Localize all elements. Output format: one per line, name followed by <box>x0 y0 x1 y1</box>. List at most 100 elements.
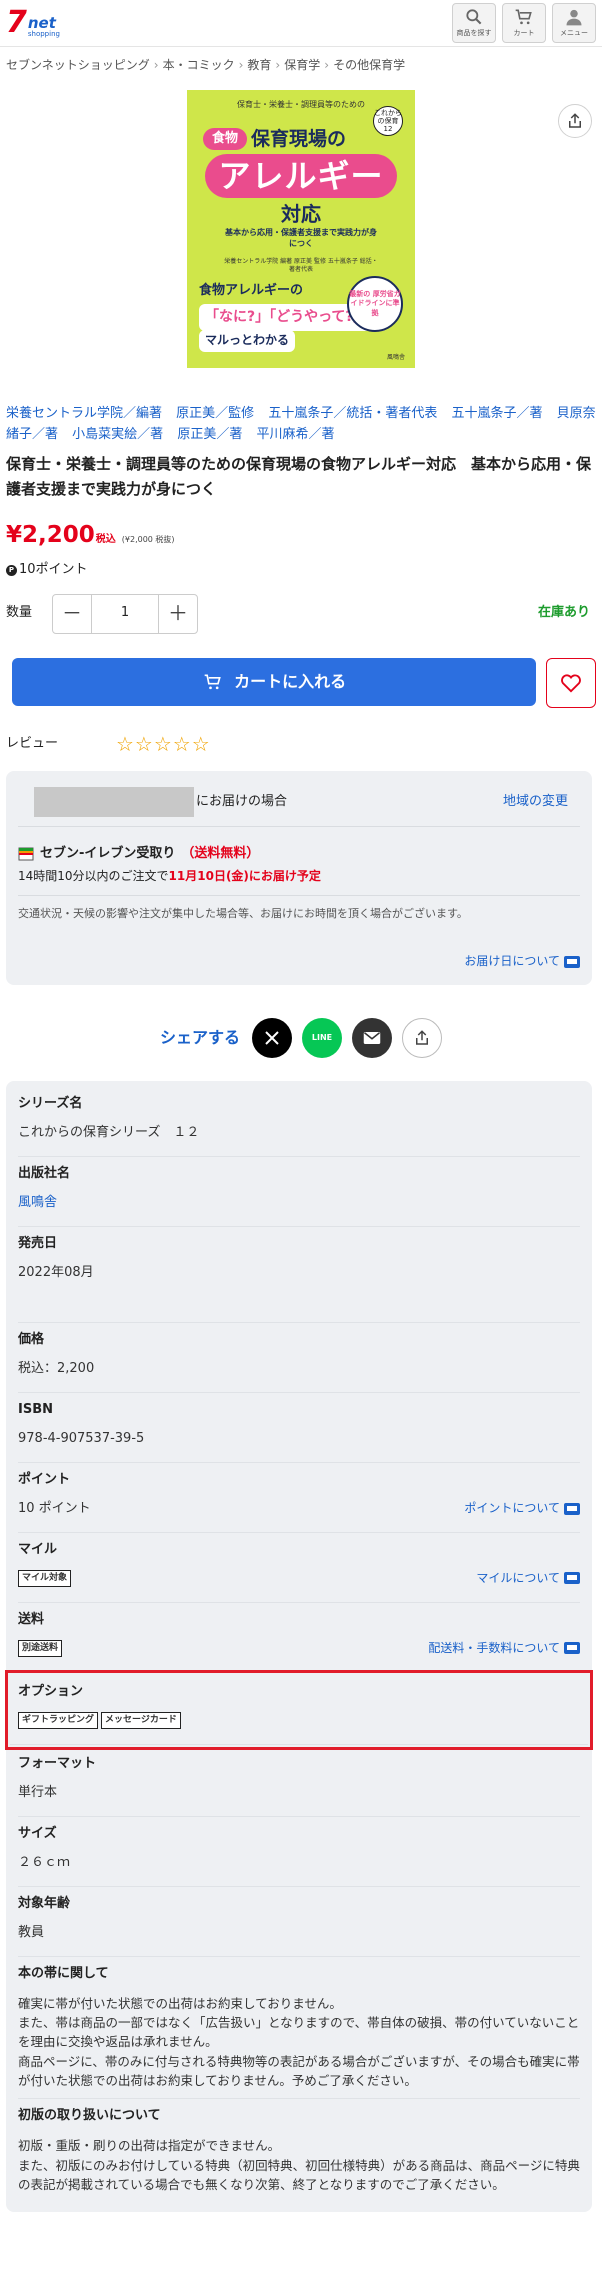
point-icon: P <box>6 564 17 576</box>
points-info-link[interactable]: ポイントについて <box>464 1500 580 1517</box>
site-logo[interactable]: 7 net shopping <box>6 8 60 38</box>
x-icon <box>265 1030 279 1045</box>
delivery-info: にお届けの場合 地域の変更 セブン‐イレブン受取り （送料無料） 14時間10分… <box>6 770 592 985</box>
breadcrumb-item[interactable]: その他保育学 <box>333 57 405 74</box>
publisher-link[interactable]: 風鳴舎 <box>18 1194 57 1213</box>
author-link[interactable]: 栄養セントラル学院／編著 <box>6 406 162 421</box>
author-link[interactable]: 原正美／著 <box>177 427 242 442</box>
spec-price: 価格 税込：2,200 <box>18 1323 580 1393</box>
site-header: 7 net shopping 商品を探す カート メニュー <box>0 0 602 47</box>
stock-status: 在庫あり <box>537 605 590 621</box>
breadcrumb-item[interactable]: 保育学 <box>284 57 320 74</box>
spec-isbn: ISBN 978-4-907537-39-5 <box>18 1393 580 1463</box>
logo-net: net <box>27 14 56 32</box>
change-region-link[interactable]: 地域の変更 <box>503 793 568 812</box>
product-title: 保育士・栄養士・調理員等のための保育現場の食物アレルギー対応 基本から応用・保護… <box>6 454 592 498</box>
decrement-button[interactable]: － <box>53 595 91 633</box>
heart-icon <box>561 674 582 693</box>
cart-button-label: カート <box>513 29 535 38</box>
miles-tag: マイル対象 <box>18 1569 72 1587</box>
add-to-cart-label: カートに入れる <box>234 672 347 692</box>
address-suffix: にお届けの場合 <box>196 793 288 809</box>
spec-size: サイズ ２６ｃｍ <box>18 1817 580 1887</box>
line-share-button[interactable]: LINE <box>302 1017 342 1058</box>
author-link[interactable]: 平川麻希／著 <box>256 427 334 442</box>
popup-icon <box>564 1502 580 1515</box>
breadcrumb-item[interactable]: セブンネットショッピング <box>6 57 150 74</box>
address-masked <box>34 787 194 818</box>
mail-icon <box>363 1031 381 1044</box>
product-image-area: 保育士・栄養士・調理員等のための これからの保育 12 食物 保育現場の アレル… <box>0 82 602 398</box>
menu-button[interactable]: メニュー <box>552 3 596 43</box>
user-icon <box>566 10 582 26</box>
image-share-button[interactable] <box>558 104 592 139</box>
price-amount: ¥2,200 <box>6 522 95 549</box>
favorite-button[interactable] <box>546 657 596 708</box>
breadcrumb-item[interactable]: 教育 <box>247 57 271 74</box>
x-share-button[interactable] <box>252 1017 292 1058</box>
mail-share-button[interactable] <box>352 1017 392 1058</box>
spec-points: ポイント 10 ポイント ポイントについて <box>18 1463 580 1533</box>
price-tax-label: 税込 <box>95 534 116 546</box>
add-to-cart-button[interactable]: カートに入れる <box>12 657 537 706</box>
price: ¥2,200 税込 (¥2,000 税抜) <box>0 501 602 552</box>
popup-icon <box>564 1572 580 1585</box>
message-card-tag: メッセージカード <box>101 1711 181 1729</box>
shipping-tag: 別途送料 <box>18 1639 63 1657</box>
store-icon <box>18 847 34 861</box>
more-share-button[interactable] <box>402 1017 442 1058</box>
delivery-notice: 交通状況・天候の影響や注文が集中した場合等、お届けにお時間を頂く場合がございます… <box>18 894 580 922</box>
share-row: シェアする LINE <box>0 985 602 1061</box>
share-label: シェアする <box>159 1028 240 1048</box>
logo-seven: 7 <box>6 5 27 40</box>
price-excl-tax: (¥2,000 税抜) <box>121 535 175 545</box>
delivery-date: 11月10日(金)にお届け予定 <box>168 868 321 883</box>
breadcrumb-item[interactable]: 本・コミック <box>163 57 235 74</box>
cart-button[interactable]: カート <box>502 3 546 43</box>
quantity-row: 数量 － 1 ＋ 在庫あり <box>0 580 602 638</box>
author-link[interactable]: 五十嵐条子／統括・著者代表 <box>268 406 437 421</box>
spec-options: オプション ギフトラッピング メッセージカード <box>5 1669 593 1750</box>
spec-release-date: 発売日 2022年08月 <box>18 1227 580 1323</box>
miles-info-link[interactable]: マイルについて <box>476 1570 580 1587</box>
popup-icon <box>564 955 580 968</box>
series-badge: これからの保育 12 <box>373 106 403 137</box>
search-button-label: 商品を探す <box>456 29 492 38</box>
shipping-fee-link[interactable]: 配送料・手数料について <box>428 1640 580 1657</box>
spec-obi-notice: 本の帯に関して 確実に帯が付いた状態での出荷はお約束しておりません。 また、帯は… <box>18 1957 580 2100</box>
spec-target-age: 対象年齢 教員 <box>18 1887 580 1957</box>
cart-icon <box>204 674 221 689</box>
menu-button-label: メニュー <box>560 29 588 38</box>
spec-format: フォーマット 単行本 <box>18 1747 580 1817</box>
store-pickup-label: セブン‐イレブン受取り <box>40 845 176 861</box>
quantity-label: 数量 <box>6 605 33 621</box>
spec-miles: マイル マイル対象 マイルについて <box>18 1533 580 1603</box>
search-button[interactable]: 商品を探す <box>452 3 496 43</box>
author-list: 栄養セントラル学院／編著 原正美／監修 五十嵐条子／統括・著者代表 五十嵐条子／… <box>0 398 602 446</box>
deadline-prefix: 14時間10分以内のご注文で <box>18 868 169 883</box>
points-text: 10ポイント <box>19 561 88 577</box>
spec-publisher: 出版社名 風鳴舎 <box>18 1157 580 1227</box>
review-label: レビュー <box>6 735 59 751</box>
cart-icon <box>515 9 532 25</box>
quantity-input[interactable]: 1 <box>91 594 159 633</box>
share-icon <box>416 1029 428 1045</box>
product-specs: シリーズ名 これからの保育シリーズ １２ 出版社名 風鳴舎 発売日 2022年0… <box>5 1080 593 2213</box>
spec-first-edition-notice: 初版の取り扱いについて 初版・重版・刷りの出荷は指定ができません。 また、初版に… <box>18 2108 580 2192</box>
points: P 10ポイント <box>0 553 602 580</box>
share-icon <box>569 113 581 129</box>
rating-stars[interactable]: ☆☆☆☆☆ <box>116 730 211 759</box>
delivery-date-info-link[interactable]: お届け日について <box>464 953 580 970</box>
author-link[interactable]: 小島菜実絵／著 <box>72 427 163 442</box>
review-row: レビュー ☆☆☆☆☆ <box>0 708 602 759</box>
line-icon: LINE <box>311 1032 333 1042</box>
product-cover-image[interactable]: 保育士・栄養士・調理員等のための これからの保育 12 食物 保育現場の アレル… <box>187 90 415 369</box>
popup-icon <box>564 1642 580 1655</box>
logo-shopping: shopping <box>27 30 60 38</box>
gift-wrap-tag: ギフトラッピング <box>18 1711 99 1729</box>
author-link[interactable]: 五十嵐条子／著 <box>451 406 542 421</box>
search-icon <box>466 9 482 25</box>
quantity-stepper: － 1 ＋ <box>52 593 198 634</box>
author-link[interactable]: 原正美／監修 <box>176 406 254 421</box>
increment-button[interactable]: ＋ <box>159 595 197 633</box>
